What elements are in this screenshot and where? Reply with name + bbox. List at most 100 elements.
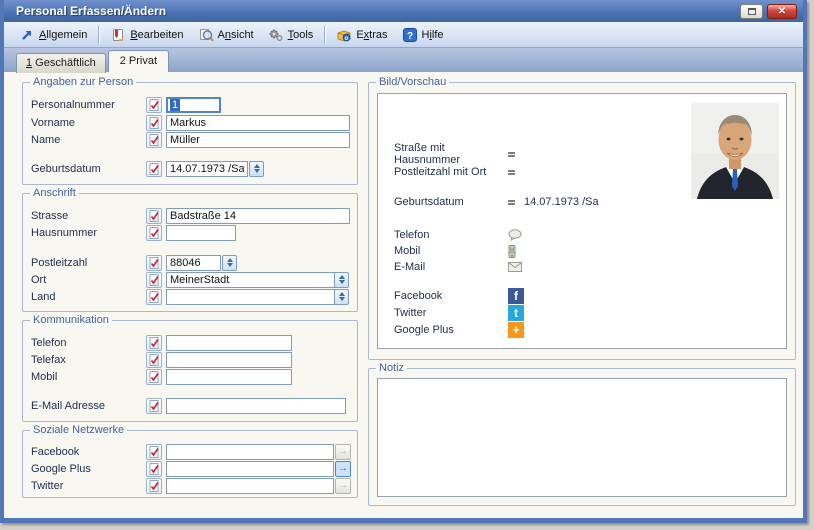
tab-content-privat: Angaben zur Person Personalnummer 1 Vorn…: [4, 72, 803, 522]
ort-spinner[interactable]: [334, 272, 349, 288]
mobil-input[interactable]: [166, 369, 292, 385]
toolbar-item-bearbeiten[interactable]: Bearbeiten: [103, 24, 190, 46]
toolbar-item-ansicht[interactable]: Ansicht: [191, 24, 261, 46]
preview-twitter-label: Twitter: [394, 307, 508, 319]
field-label-telefax: Telefax: [31, 354, 146, 366]
field-doc-check-button[interactable]: [146, 255, 162, 271]
group-notiz: Notiz: [368, 368, 796, 506]
preview-geburtsdatum-value: 14.07.1973 /Sa: [524, 196, 599, 208]
googleplus-open-button[interactable]: →: [335, 461, 351, 477]
name-input[interactable]: [166, 132, 350, 148]
ort-input[interactable]: [166, 272, 335, 288]
doc-check-icon: [149, 480, 160, 492]
twitter-input[interactable]: [166, 478, 334, 494]
mobile-phone-icon: [508, 245, 516, 258]
googleplus-icon: +: [508, 322, 524, 338]
field-doc-check-button[interactable]: [146, 369, 162, 385]
personalnummer-input[interactable]: 1: [166, 97, 221, 113]
field-label-email: E-Mail Adresse: [31, 400, 146, 412]
close-icon: ✕: [778, 6, 786, 17]
googleplus-input[interactable]: [166, 461, 334, 477]
spin-down-icon: [339, 280, 345, 284]
phone-bubble-icon: [508, 229, 523, 241]
field-doc-check-button[interactable]: [146, 289, 162, 305]
doc-check-icon: [149, 227, 160, 239]
notiz-textarea[interactable]: [377, 378, 787, 497]
person-photo: [691, 103, 779, 199]
toolbar-item-label: Extras: [356, 29, 387, 41]
extras-box-icon: o: [336, 27, 352, 43]
group-kommunikation: Kommunikation Telefon Telefax Mobil E-Ma…: [22, 320, 358, 422]
field-doc-check-button[interactable]: [146, 132, 162, 148]
doc-check-icon: [149, 274, 160, 286]
postleitzahl-input[interactable]: [166, 255, 221, 271]
gears-icon: [268, 27, 284, 43]
doc-check-icon: [149, 337, 160, 349]
tab-geschaeftlich[interactable]: 1 Geschäftlich: [16, 53, 106, 73]
telefax-input[interactable]: [166, 352, 292, 368]
toolbar-item-extras[interactable]: o Extras: [329, 24, 394, 46]
toolbar-item-hilfe[interactable]: ? Hilfe: [395, 24, 451, 46]
geburtsdatum-input[interactable]: [166, 161, 248, 177]
restore-button[interactable]: [740, 4, 763, 19]
field-doc-check-button[interactable]: [146, 97, 162, 113]
land-spinner[interactable]: [334, 289, 349, 305]
spin-down-icon: [227, 263, 233, 267]
field-label-personalnummer: Personalnummer: [31, 99, 146, 111]
geburtsdatum-spinner[interactable]: [249, 161, 264, 177]
doc-check-icon: [149, 99, 160, 111]
arrow-right-icon: →: [338, 446, 348, 457]
doc-check-icon: [149, 446, 160, 458]
field-label-facebook: Facebook: [31, 446, 146, 458]
field-doc-check-button[interactable]: [146, 161, 162, 177]
toolbar-item-label: Allgemein: [39, 29, 87, 41]
twitter-open-button[interactable]: →: [335, 478, 351, 494]
field-doc-check-button[interactable]: [146, 335, 162, 351]
land-input[interactable]: [166, 289, 335, 305]
strasse-input[interactable]: [166, 208, 350, 224]
field-doc-check-button[interactable]: [146, 225, 162, 241]
preview-plz-label: Postleitzahl mit Ort: [394, 166, 508, 178]
facebook-input[interactable]: [166, 444, 334, 460]
telefon-input[interactable]: [166, 335, 292, 351]
doc-check-icon: [149, 257, 160, 269]
toolbar: Allgemein Bearbeiten Ansicht Tools o Ext…: [4, 22, 803, 48]
doc-check-icon: [149, 463, 160, 475]
doc-check-icon: [149, 134, 160, 146]
field-doc-check-button[interactable]: [146, 398, 162, 414]
equals-icon: [508, 199, 515, 206]
field-doc-check-button[interactable]: [146, 272, 162, 288]
group-title: Angaben zur Person: [30, 76, 136, 88]
toolbar-item-label: Ansicht: [218, 29, 254, 41]
vorname-input[interactable]: [166, 115, 350, 131]
field-label-telefon: Telefon: [31, 337, 146, 349]
field-doc-check-button[interactable]: [146, 478, 162, 494]
tab-privat[interactable]: 2 Privat: [108, 50, 169, 72]
field-doc-check-button[interactable]: [146, 461, 162, 477]
envelope-icon: [508, 262, 522, 272]
preview-panel: Straße mit Hausnummer Postleitzahl mit O…: [377, 93, 787, 349]
field-doc-check-button[interactable]: [146, 208, 162, 224]
field-label-vorname: Vorname: [31, 117, 146, 129]
group-anschrift: Anschrift Strasse Hausnummer Postleitzah…: [22, 193, 358, 312]
field-doc-check-button[interactable]: [146, 444, 162, 460]
group-title: Anschrift: [30, 187, 79, 199]
toolbar-item-allgemein[interactable]: Allgemein: [12, 24, 94, 46]
field-label-strasse: Strasse: [31, 210, 146, 222]
postleitzahl-spinner[interactable]: [222, 255, 237, 271]
spin-up-icon: [254, 164, 260, 168]
toolbar-item-tools[interactable]: Tools: [261, 24, 321, 46]
preview-email-label: E-Mail: [394, 261, 508, 273]
preview-geburtsdatum-label: Geburtsdatum: [394, 196, 508, 208]
field-doc-check-button[interactable]: [146, 115, 162, 131]
equals-icon: [508, 169, 515, 176]
hausnummer-input[interactable]: [166, 225, 236, 241]
close-button[interactable]: ✕: [767, 4, 797, 19]
preview-mobil-label: Mobil: [394, 245, 508, 257]
email-input[interactable]: [166, 398, 346, 414]
field-doc-check-button[interactable]: [146, 352, 162, 368]
facebook-open-button[interactable]: →: [335, 444, 351, 460]
magnifier-icon: [198, 27, 214, 43]
doc-check-icon: [149, 117, 160, 129]
preview-strasse-label: Straße mit Hausnummer: [394, 142, 508, 166]
